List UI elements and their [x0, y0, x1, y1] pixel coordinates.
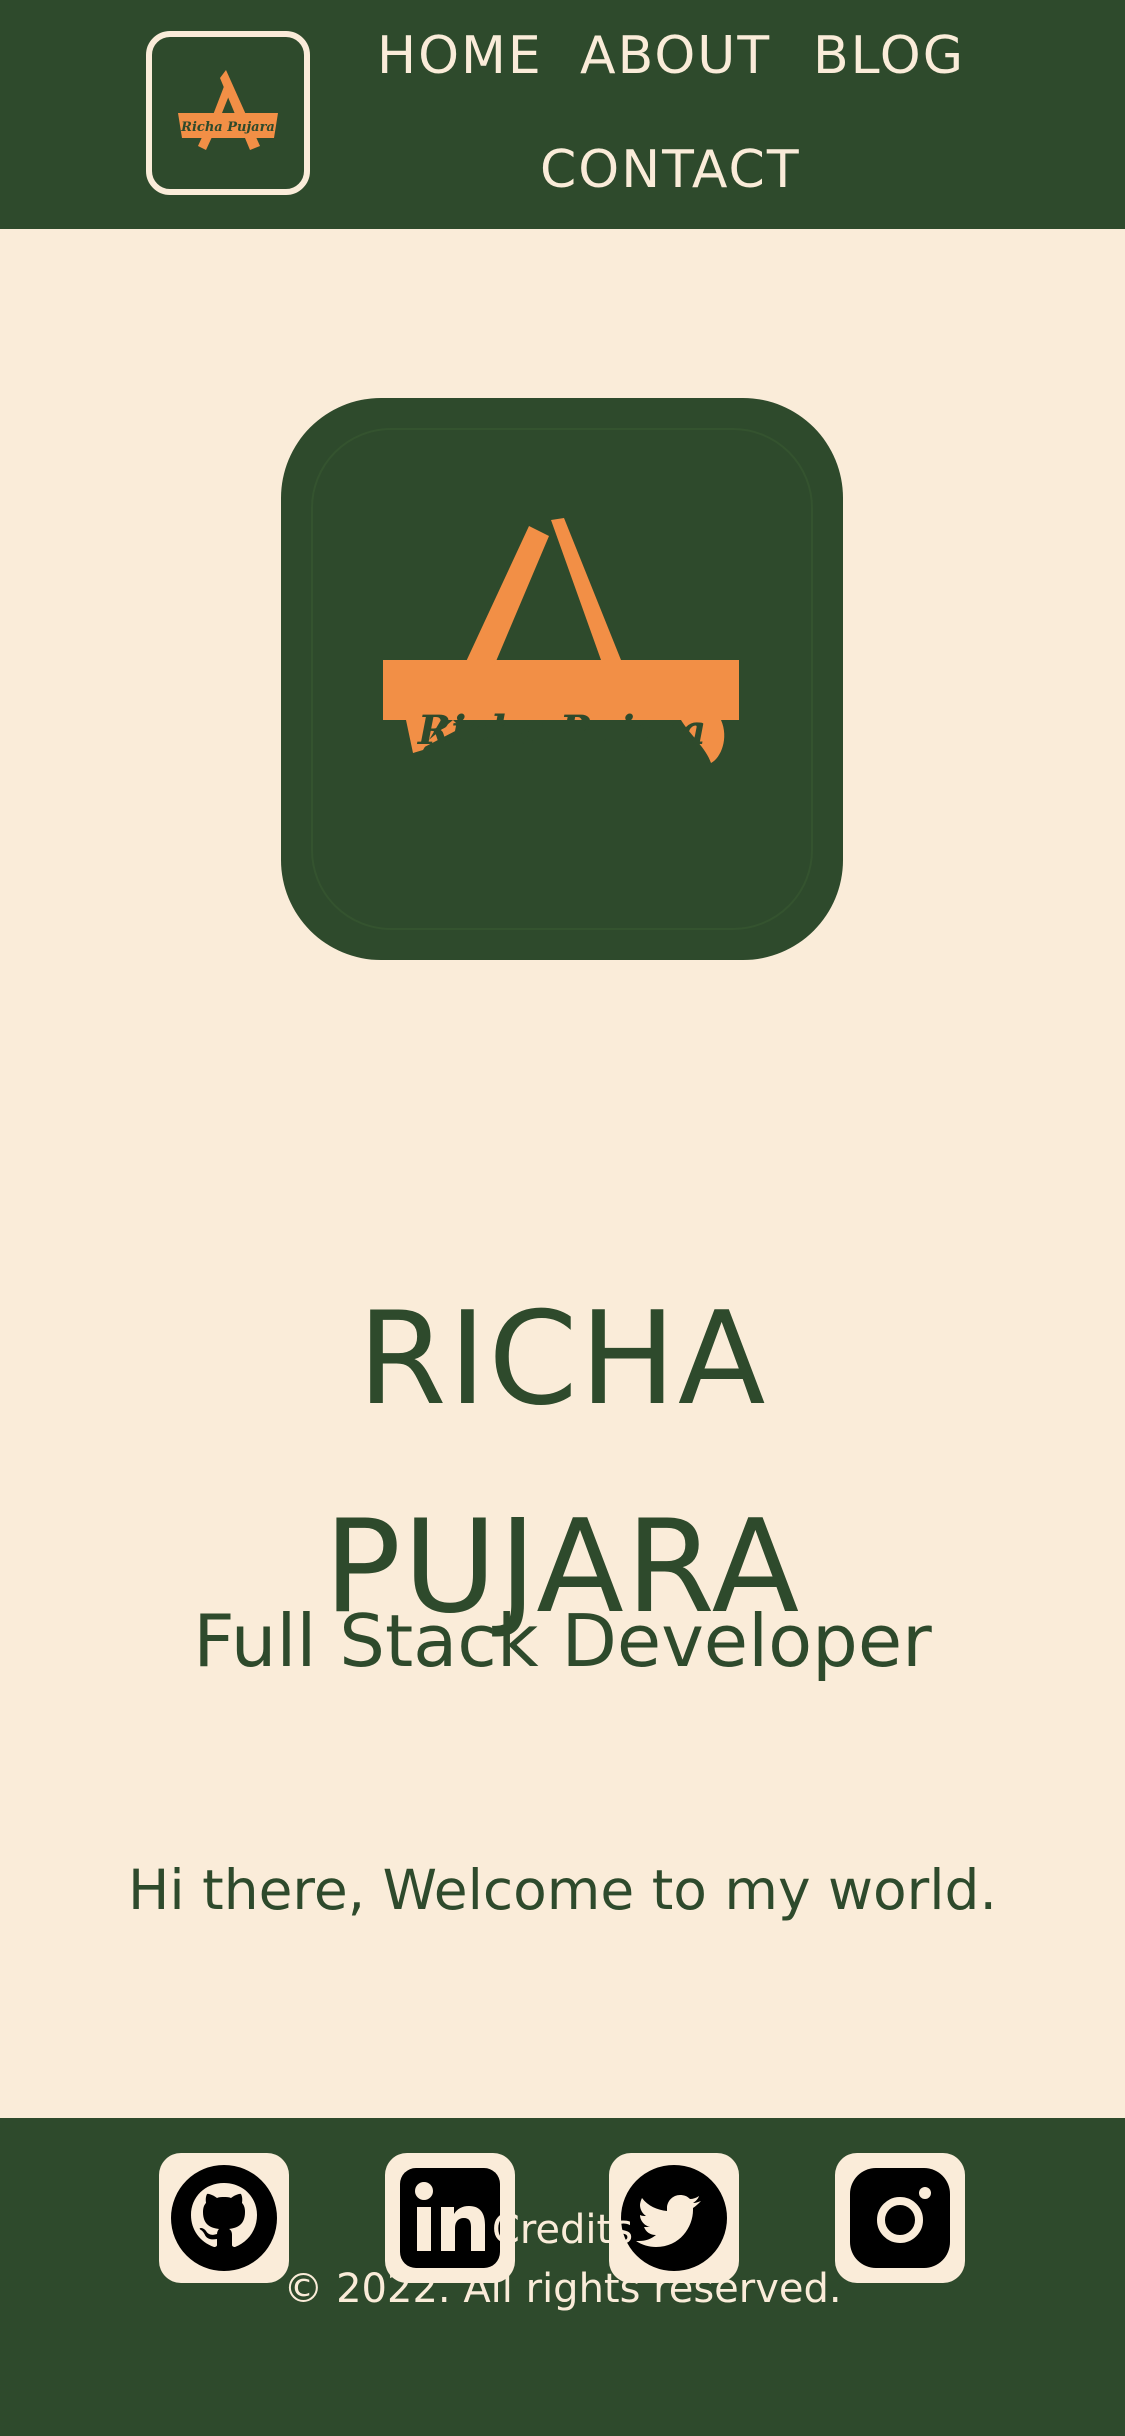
svg-text:Richa Pujara: Richa Pujara [180, 120, 275, 135]
name-line-first: RICHA [357, 1284, 768, 1434]
logo-mark-icon: Richa Pujara [383, 518, 739, 763]
nav-about[interactable]: ABOUT [580, 30, 771, 82]
main-nav: HOME ABOUT BLOG CONTACT [340, 0, 1020, 229]
nav-blog[interactable]: BLOG [813, 30, 965, 82]
hero-logo: Richa Pujara [281, 398, 843, 960]
header-logo[interactable]: Richa Pujara [146, 31, 310, 195]
nav-contact[interactable]: CONTACT [540, 144, 801, 196]
site-header: Richa Pujara HOME ABOUT BLOG CONTACT [0, 0, 1125, 229]
logo-mark-icon: Richa Pujara [178, 70, 278, 150]
copyright-text: © 2022. All rights reserved. [283, 2266, 842, 2312]
svg-text:Richa Pujara: Richa Pujara [417, 707, 706, 754]
credits-link[interactable]: Credits [0, 2205, 1125, 2255]
nav-home[interactable]: HOME [377, 30, 543, 82]
welcome-message: Hi there, Welcome to my world. [128, 1858, 997, 1922]
job-title: Full Stack Developer [193, 1599, 932, 1683]
